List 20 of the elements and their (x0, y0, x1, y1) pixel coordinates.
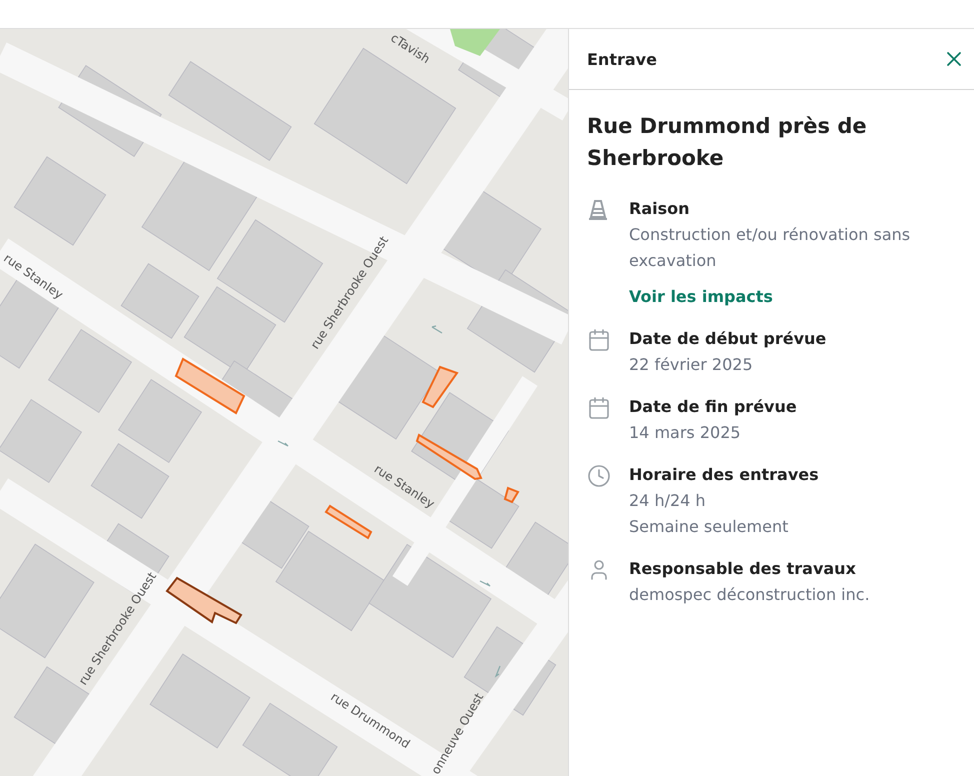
detail-value: 24 h/24 h (629, 490, 707, 512)
detail-label: Responsable des travaux (629, 558, 857, 580)
clock-icon (587, 464, 611, 488)
traffic-cone-icon (587, 198, 609, 222)
detail-value: 22 février 2025 (629, 354, 754, 376)
impacts-link[interactable]: Voir les impacts (629, 284, 956, 310)
closure-title: Rue Drummond près de Sherbrooke (587, 113, 868, 172)
detail-value: demospec déconstruction inc. (629, 584, 870, 606)
detail-label: Raison (629, 198, 691, 220)
panel-title: Entrave (587, 50, 657, 68)
detail-label: Date de fin prévue (629, 396, 797, 418)
detail-value: Semaine seulement (629, 516, 790, 538)
calendar-icon (587, 396, 611, 420)
arrow-icon (431, 325, 443, 334)
detail-value: Construction et/ou rénovation sans excavation (629, 224, 912, 272)
detail-label: Horaire des entraves (629, 464, 819, 486)
detail-label: Date de début prévue (629, 328, 826, 350)
closure-zone[interactable] (166, 576, 242, 624)
detail-value: 14 mars 2025 (629, 422, 742, 444)
calendar-icon (587, 328, 611, 352)
